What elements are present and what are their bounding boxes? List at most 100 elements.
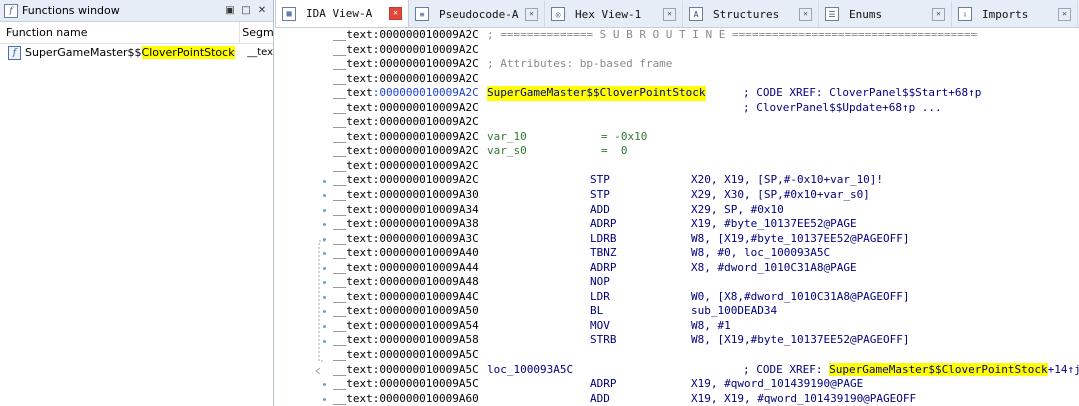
segment-name: __text <box>333 275 373 289</box>
xref-comment: ; CODE XREF: CloverPanel$$Start+68↑p <box>743 86 982 100</box>
breakpoint-dot[interactable] <box>323 179 326 183</box>
disasm-line[interactable]: __text:000000010009A2C <box>333 72 1079 87</box>
line-address: :000000010009A4C <box>372 289 479 303</box>
function-name-cell[interactable]: f SuperGameMaster$$ CloverPointStock <box>0 45 245 60</box>
line-address: :000000010009A40 <box>372 246 479 260</box>
disasm-line[interactable]: __text:000000010009A30 STP X29, X30, [SP,#… <box>333 188 1079 203</box>
xref-highlight[interactable]: SuperGameMaster$$CloverPointStock <box>829 362 1048 376</box>
disasm-line[interactable]: __text:000000010009A58 STRB W8, [X19,#byte… <box>333 333 1079 348</box>
line-address: :000000010009A34 <box>372 202 479 216</box>
line-address: :000000010009A60 <box>372 391 479 405</box>
disassembly-listing[interactable]: __text:000000010009A2C; ============== S… <box>333 28 1079 406</box>
tab-enums[interactable]: ☰ Enums ✕ <box>819 1 952 27</box>
tab-close-icon[interactable]: ✕ <box>525 7 538 21</box>
disasm-line[interactable]: __text:000000010009A4C LDR W0, [X8,#dword_… <box>333 290 1079 305</box>
function-label[interactable]: SuperGameMaster$$CloverPointStock <box>487 86 706 101</box>
line-address: :000000010009A2C <box>372 158 479 172</box>
column-function-name[interactable]: Function name <box>0 22 241 43</box>
close-window-icon[interactable]: ✕ <box>255 5 269 16</box>
disasm-line[interactable]: __text:000000010009A2C var_10 = -0x10 <box>333 130 1079 145</box>
line-address: :000000010009A2C <box>372 100 479 114</box>
tab-structures[interactable]: A Structures ✕ <box>683 1 819 27</box>
disasm-line[interactable]: __text:000000010009A2C ; CloverPanel$$Upd… <box>333 101 1079 116</box>
disasm-line[interactable]: __text:000000010009A2C <box>333 159 1079 174</box>
restore-window-icon[interactable]: □ <box>239 5 253 16</box>
disasm-line[interactable]: __text:000000010009A60 ADD X19, X19, #qwor… <box>333 392 1079 406</box>
disasm-line[interactable]: __text:000000010009A2C ; Attributes: bp-b… <box>333 57 1079 72</box>
code-label: loc_100093A5C <box>487 362 574 376</box>
segment-name: __text <box>333 318 373 332</box>
disasm-line[interactable]: __text:000000010009A5C loc_100093A5C ; COD… <box>333 362 1079 378</box>
line-address: :000000010009A58 <box>372 333 479 347</box>
breakpoint-dot[interactable] <box>323 325 326 328</box>
operands: X19, X19, #qword_101439190@PAGEOFF <box>691 391 917 405</box>
breakpoint-dot[interactable] <box>323 237 326 241</box>
function-name-highlight: CloverPointStock <box>141 46 235 59</box>
function-row[interactable]: f SuperGameMaster$$ CloverPointStock __tex <box>0 44 273 61</box>
segment-name: __text <box>333 57 373 71</box>
segment-name: __text <box>333 158 373 172</box>
disasm-line[interactable]: __text:000000010009A50 BL sub_100DEAD34 <box>333 304 1079 319</box>
tab-close-icon[interactable]: ✕ <box>799 7 812 21</box>
line-address: :000000010009A2C <box>372 42 479 56</box>
segment-name: __text <box>333 173 373 187</box>
function-icon: f <box>4 3 18 18</box>
jump-arrows <box>315 240 325 375</box>
mnemonic: MOV <box>590 318 610 332</box>
operands: X20, X19, [SP,#-0x10+var_10]! <box>691 173 884 187</box>
column-segment[interactable]: Segm <box>240 26 273 39</box>
functions-column-header: Function name Segm <box>0 22 273 44</box>
breakpoint-dot[interactable] <box>323 295 326 299</box>
mnemonic: LDR <box>590 289 610 303</box>
disasm-line[interactable]: __text:000000010009A5C ADRP X19, #qword_10… <box>333 377 1079 392</box>
tab-pseudocode-a[interactable]: ≡ Pseudocode-A ✕ <box>409 1 545 27</box>
function-icon: f <box>8 45 21 60</box>
operands: W8, #1 <box>691 318 731 332</box>
tab-close-icon[interactable]: ✕ <box>663 7 676 21</box>
tab-close-icon[interactable]: ✕ <box>389 7 402 20</box>
breakpoint-dot[interactable] <box>323 266 326 270</box>
disasm-line[interactable]: __text:000000010009A2C SuperGameMaster$$C… <box>333 86 1079 101</box>
disasm-line[interactable]: __text:000000010009A5C <box>333 348 1079 363</box>
tab-hex-view-1[interactable]: ◎ Hex View-1 ✕ <box>545 1 683 27</box>
tab-close-icon[interactable]: ✕ <box>1058 7 1071 21</box>
tab-label: Enums <box>849 7 883 21</box>
mnemonic: ADRP <box>590 377 617 391</box>
stack-var-name: var_10 <box>487 129 527 143</box>
mnemonic: LDRB <box>590 231 617 245</box>
disasm-line[interactable]: __text:000000010009A54 MOV W8, #1 <box>333 319 1079 334</box>
breakpoint-dot[interactable] <box>323 339 326 343</box>
segment-name: __text <box>333 304 373 318</box>
disasm-line[interactable]: __text:000000010009A2C STP X20, X19, [SP,#… <box>333 173 1079 188</box>
comment: ; ============== S U B R O U T I N E ===… <box>487 28 978 41</box>
segment-name: __text <box>333 362 373 376</box>
disasm-line[interactable]: __text:000000010009A40 TBNZ W8, #0, loc_10… <box>333 246 1079 261</box>
disasm-line[interactable]: __text:000000010009A2C <box>333 115 1079 130</box>
disasm-line[interactable]: __text:000000010009A48 NOP <box>333 275 1079 290</box>
segment-name: __text <box>333 333 373 347</box>
disasm-line[interactable]: __text:000000010009A38 ADRP X19, #byte_101… <box>333 217 1079 232</box>
mnemonic: STP <box>590 173 610 187</box>
tab-label: Structures <box>713 7 780 21</box>
operands: X19, #byte_10137EE52@PAGE <box>691 217 857 231</box>
enum-icon: ☰ <box>825 7 839 21</box>
disasm-line[interactable]: __text:000000010009A2C <box>333 43 1079 58</box>
tab-ida-view-a[interactable]: ▦ IDA View-A ✕ <box>275 0 409 27</box>
disasm-line[interactable]: __text:000000010009A2C var_s0 = 0 <box>333 144 1079 159</box>
tab-close-icon[interactable]: ✕ <box>932 7 945 21</box>
tab-imports[interactable]: ⇩ Imports ✕ <box>952 1 1078 27</box>
disasm-line[interactable]: __text:000000010009A44 ADRP X8, #dword_101… <box>333 261 1079 276</box>
segment-name: __text <box>333 71 373 85</box>
breakpoint-dot[interactable] <box>323 397 326 401</box>
line-address: :000000010009A3C <box>372 231 479 245</box>
disasm-line[interactable]: __text:000000010009A2C ; ============== S… <box>333 28 1079 43</box>
operands: W0, [X8,#dword_1010C31A8@PAGEOFF] <box>691 289 910 303</box>
document-icon: ≡ <box>415 7 429 21</box>
comment: ; Attributes: bp-based frame <box>487 57 673 71</box>
structure-icon: A <box>689 7 703 21</box>
disasm-line[interactable]: __text:000000010009A3C LDRB W8, [X19,#byte… <box>333 232 1079 247</box>
breakpoint-dot[interactable] <box>323 208 326 212</box>
disasm-line[interactable]: __text:000000010009A34 ADD X29, SP, #0x10 <box>333 203 1079 218</box>
float-window-icon[interactable]: ▣ <box>223 5 237 16</box>
ida-view-disassembly[interactable]: __text:000000010009A2C; ============== S… <box>275 28 1079 406</box>
